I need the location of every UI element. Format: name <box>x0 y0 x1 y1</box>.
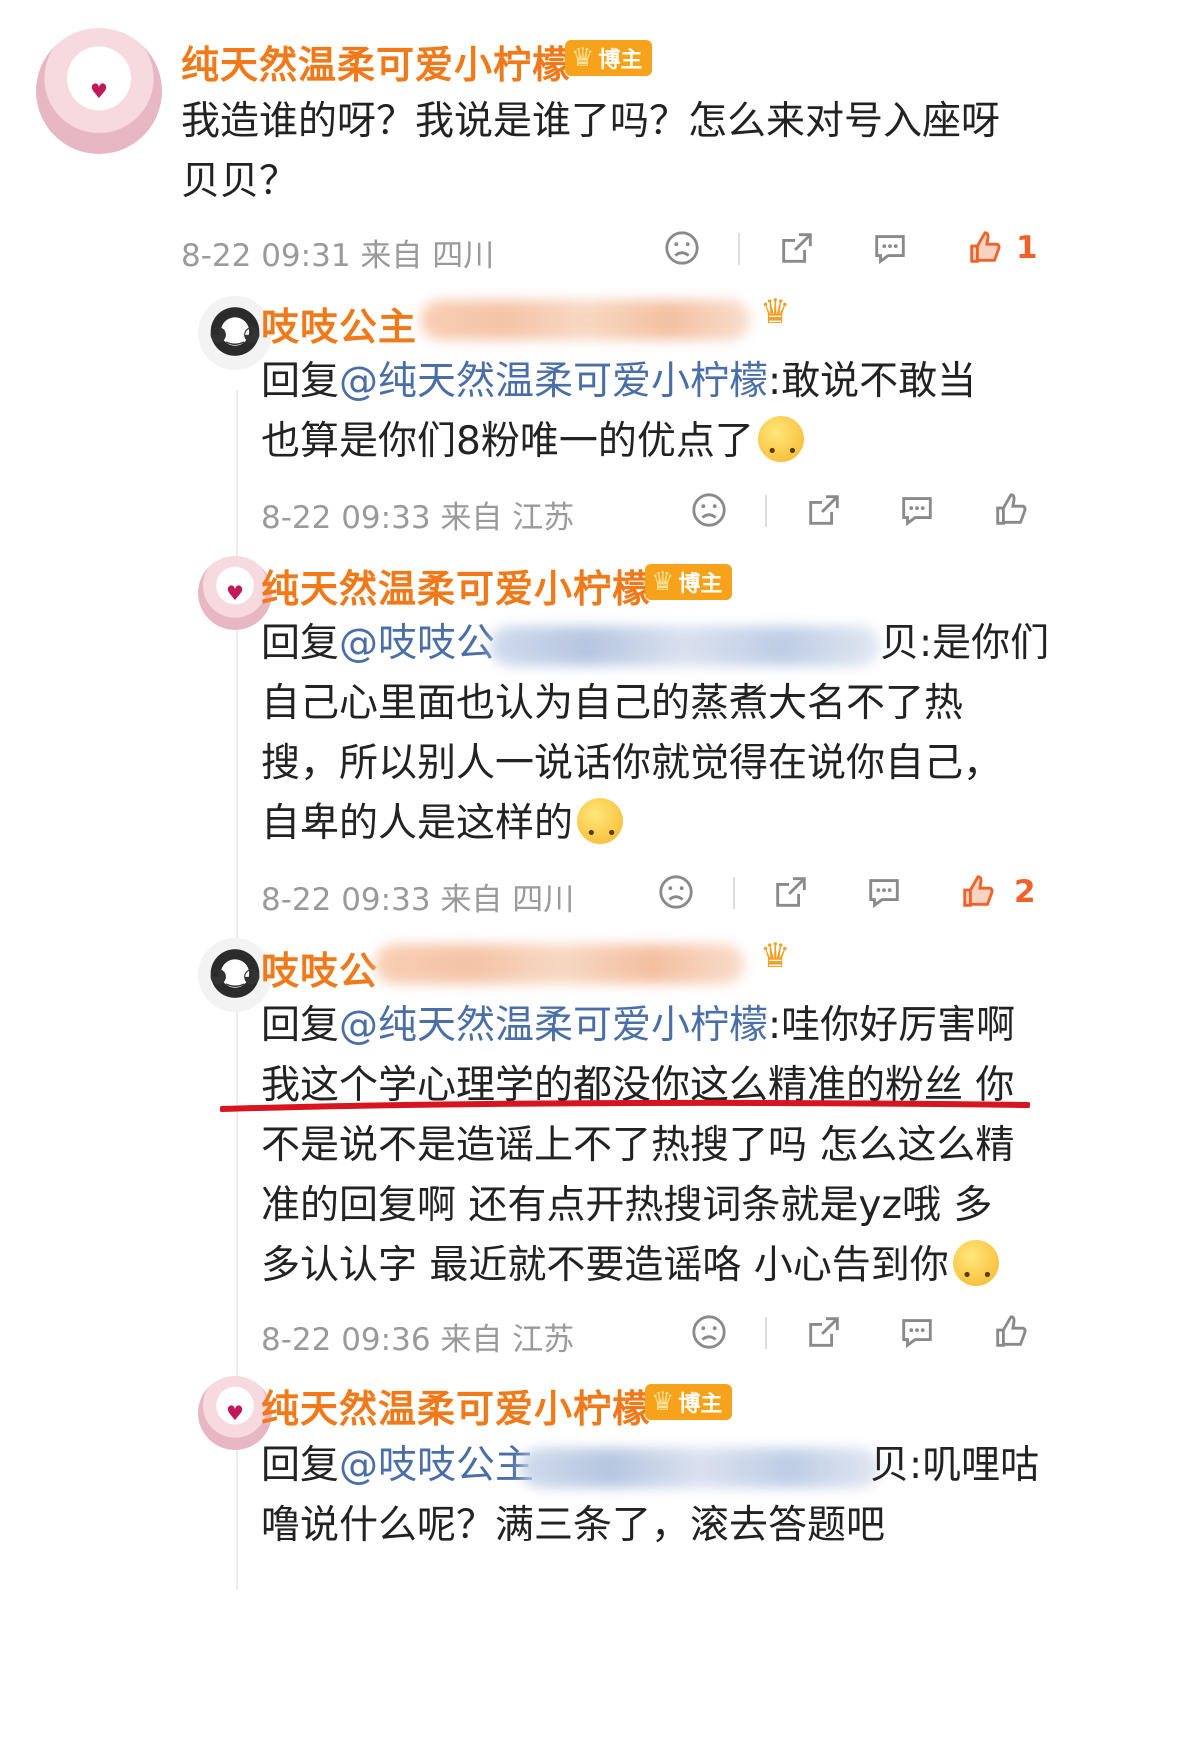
comment-icon[interactable] <box>897 1312 937 1352</box>
comment-text-line: 我造谁的呀？我说是谁了吗？怎么来对号入座呀 <box>181 99 1001 144</box>
blogger-badge: ♛ 博主 <box>645 564 733 600</box>
blurred-mention <box>520 1448 880 1488</box>
mention-link[interactable]: @纯天然温柔可爱小柠檬 <box>339 1003 768 1048</box>
kiss-face-emoji-icon <box>577 798 624 864</box>
crown-icon: ♛ <box>651 567 675 597</box>
divider <box>765 1317 767 1349</box>
thumbs-up-icon[interactable] <box>965 228 1005 268</box>
pleading-face-emoji-icon <box>757 416 804 482</box>
comment-text-line: 多认认字 最近就不要造谣咯 小心告到你 <box>261 1236 999 1306</box>
red-handdrawn-underline <box>220 1099 1030 1112</box>
thumbs-up-icon[interactable] <box>991 1312 1031 1352</box>
comment-text-line: 回复@吱吱公主 <box>261 1436 534 1496</box>
divider <box>738 233 740 265</box>
comment-text-line: 搜，所以别人一说话你就觉得在说你自己， <box>261 741 1003 786</box>
mention-link[interactable]: @纯天然温柔可爱小柠檬 <box>339 359 768 404</box>
comment-text-line: 贝:是你们 <box>880 621 1050 666</box>
username[interactable]: 吱吱公主 <box>261 296 417 351</box>
like-count: 1 <box>1016 230 1038 266</box>
username[interactable]: 吱吱公 <box>261 940 378 995</box>
thumbs-up-icon[interactable] <box>991 490 1031 530</box>
comment-text-line: 贝贝？ <box>181 159 299 204</box>
crown-icon: ♛ <box>651 1387 675 1417</box>
mention-link[interactable]: @吱吱公主 <box>339 1443 534 1488</box>
comment-meta: 8-22 09:33 来自 江苏 <box>261 500 575 536</box>
username[interactable]: 纯天然温柔可爱小柠檬 <box>261 558 651 613</box>
username[interactable]: 纯天然温柔可爱小柠檬 <box>261 1378 651 1433</box>
thumbs-up-icon[interactable] <box>958 872 998 912</box>
username[interactable]: 纯天然温柔可爱小柠檬 <box>181 34 571 89</box>
pleading-face-emoji-icon <box>952 1240 999 1306</box>
comment-meta: 8-22 09:36 来自 江苏 <box>261 1322 575 1358</box>
blogger-badge: ♛ 博主 <box>645 1384 733 1420</box>
sad-face-icon[interactable] <box>662 228 702 268</box>
blurred-username <box>375 944 745 984</box>
reply-prefix: 回复 <box>261 359 340 404</box>
reply-prefix: 回复 <box>261 621 340 666</box>
crown-icon: ♛ <box>760 936 791 976</box>
divider <box>733 877 735 909</box>
blurred-username <box>420 300 750 340</box>
comment-text-line: 不是说不是造谣上不了热搜了吗 怎么这么精 <box>261 1123 1015 1168</box>
mention-link[interactable]: @吱吱公 <box>339 621 495 666</box>
share-icon[interactable] <box>804 1312 844 1352</box>
crown-icon: ♛ <box>760 292 791 332</box>
comment-icon[interactable] <box>870 228 910 268</box>
comment-text-line: 自己心里面也认为自己的蒸煮大名不了热 <box>261 681 964 726</box>
blurred-mention <box>490 626 880 666</box>
comment-text-line: 回复@纯天然温柔可爱小柠檬:哇你好厉害啊 <box>261 1003 1016 1048</box>
crown-icon: ♛ <box>571 43 595 73</box>
like-count: 2 <box>1014 874 1036 910</box>
comment-text-line: 也算是你们8粉唯一的优点了 <box>261 412 804 482</box>
comment-meta: 8-22 09:31 来自 四川 <box>181 238 495 274</box>
share-icon[interactable] <box>777 228 817 268</box>
comment-text-line: 回复@吱吱公 <box>261 614 495 674</box>
comment-text-line: 贝:叽哩咕 <box>870 1443 1040 1488</box>
sad-face-icon[interactable] <box>689 1312 729 1352</box>
comment-text-line: 噜说什么呢？满三条了，滚去答题吧 <box>261 1503 886 1548</box>
reply-prefix: 回复 <box>261 1443 340 1488</box>
comment-text-line: 自卑的人是这样的 <box>261 794 624 864</box>
divider <box>765 495 767 527</box>
blogger-badge: ♛ 博主 <box>565 40 653 76</box>
comment-text-line: 回复@纯天然温柔可爱小柠檬:敢说不敢当 <box>261 359 977 404</box>
comment-icon[interactable] <box>897 490 937 530</box>
share-icon[interactable] <box>771 872 811 912</box>
sad-face-icon[interactable] <box>656 872 696 912</box>
reply-prefix: 回复 <box>261 1003 340 1048</box>
comment-icon[interactable] <box>864 872 904 912</box>
avatar[interactable]: ♥ <box>36 28 162 154</box>
sad-face-icon[interactable] <box>689 490 729 530</box>
comment-meta: 8-22 09:33 来自 四川 <box>261 882 575 918</box>
comment-text-line: 准的回复啊 还有点开热搜词条就是yz哦 多 <box>261 1183 993 1228</box>
share-icon[interactable] <box>804 490 844 530</box>
